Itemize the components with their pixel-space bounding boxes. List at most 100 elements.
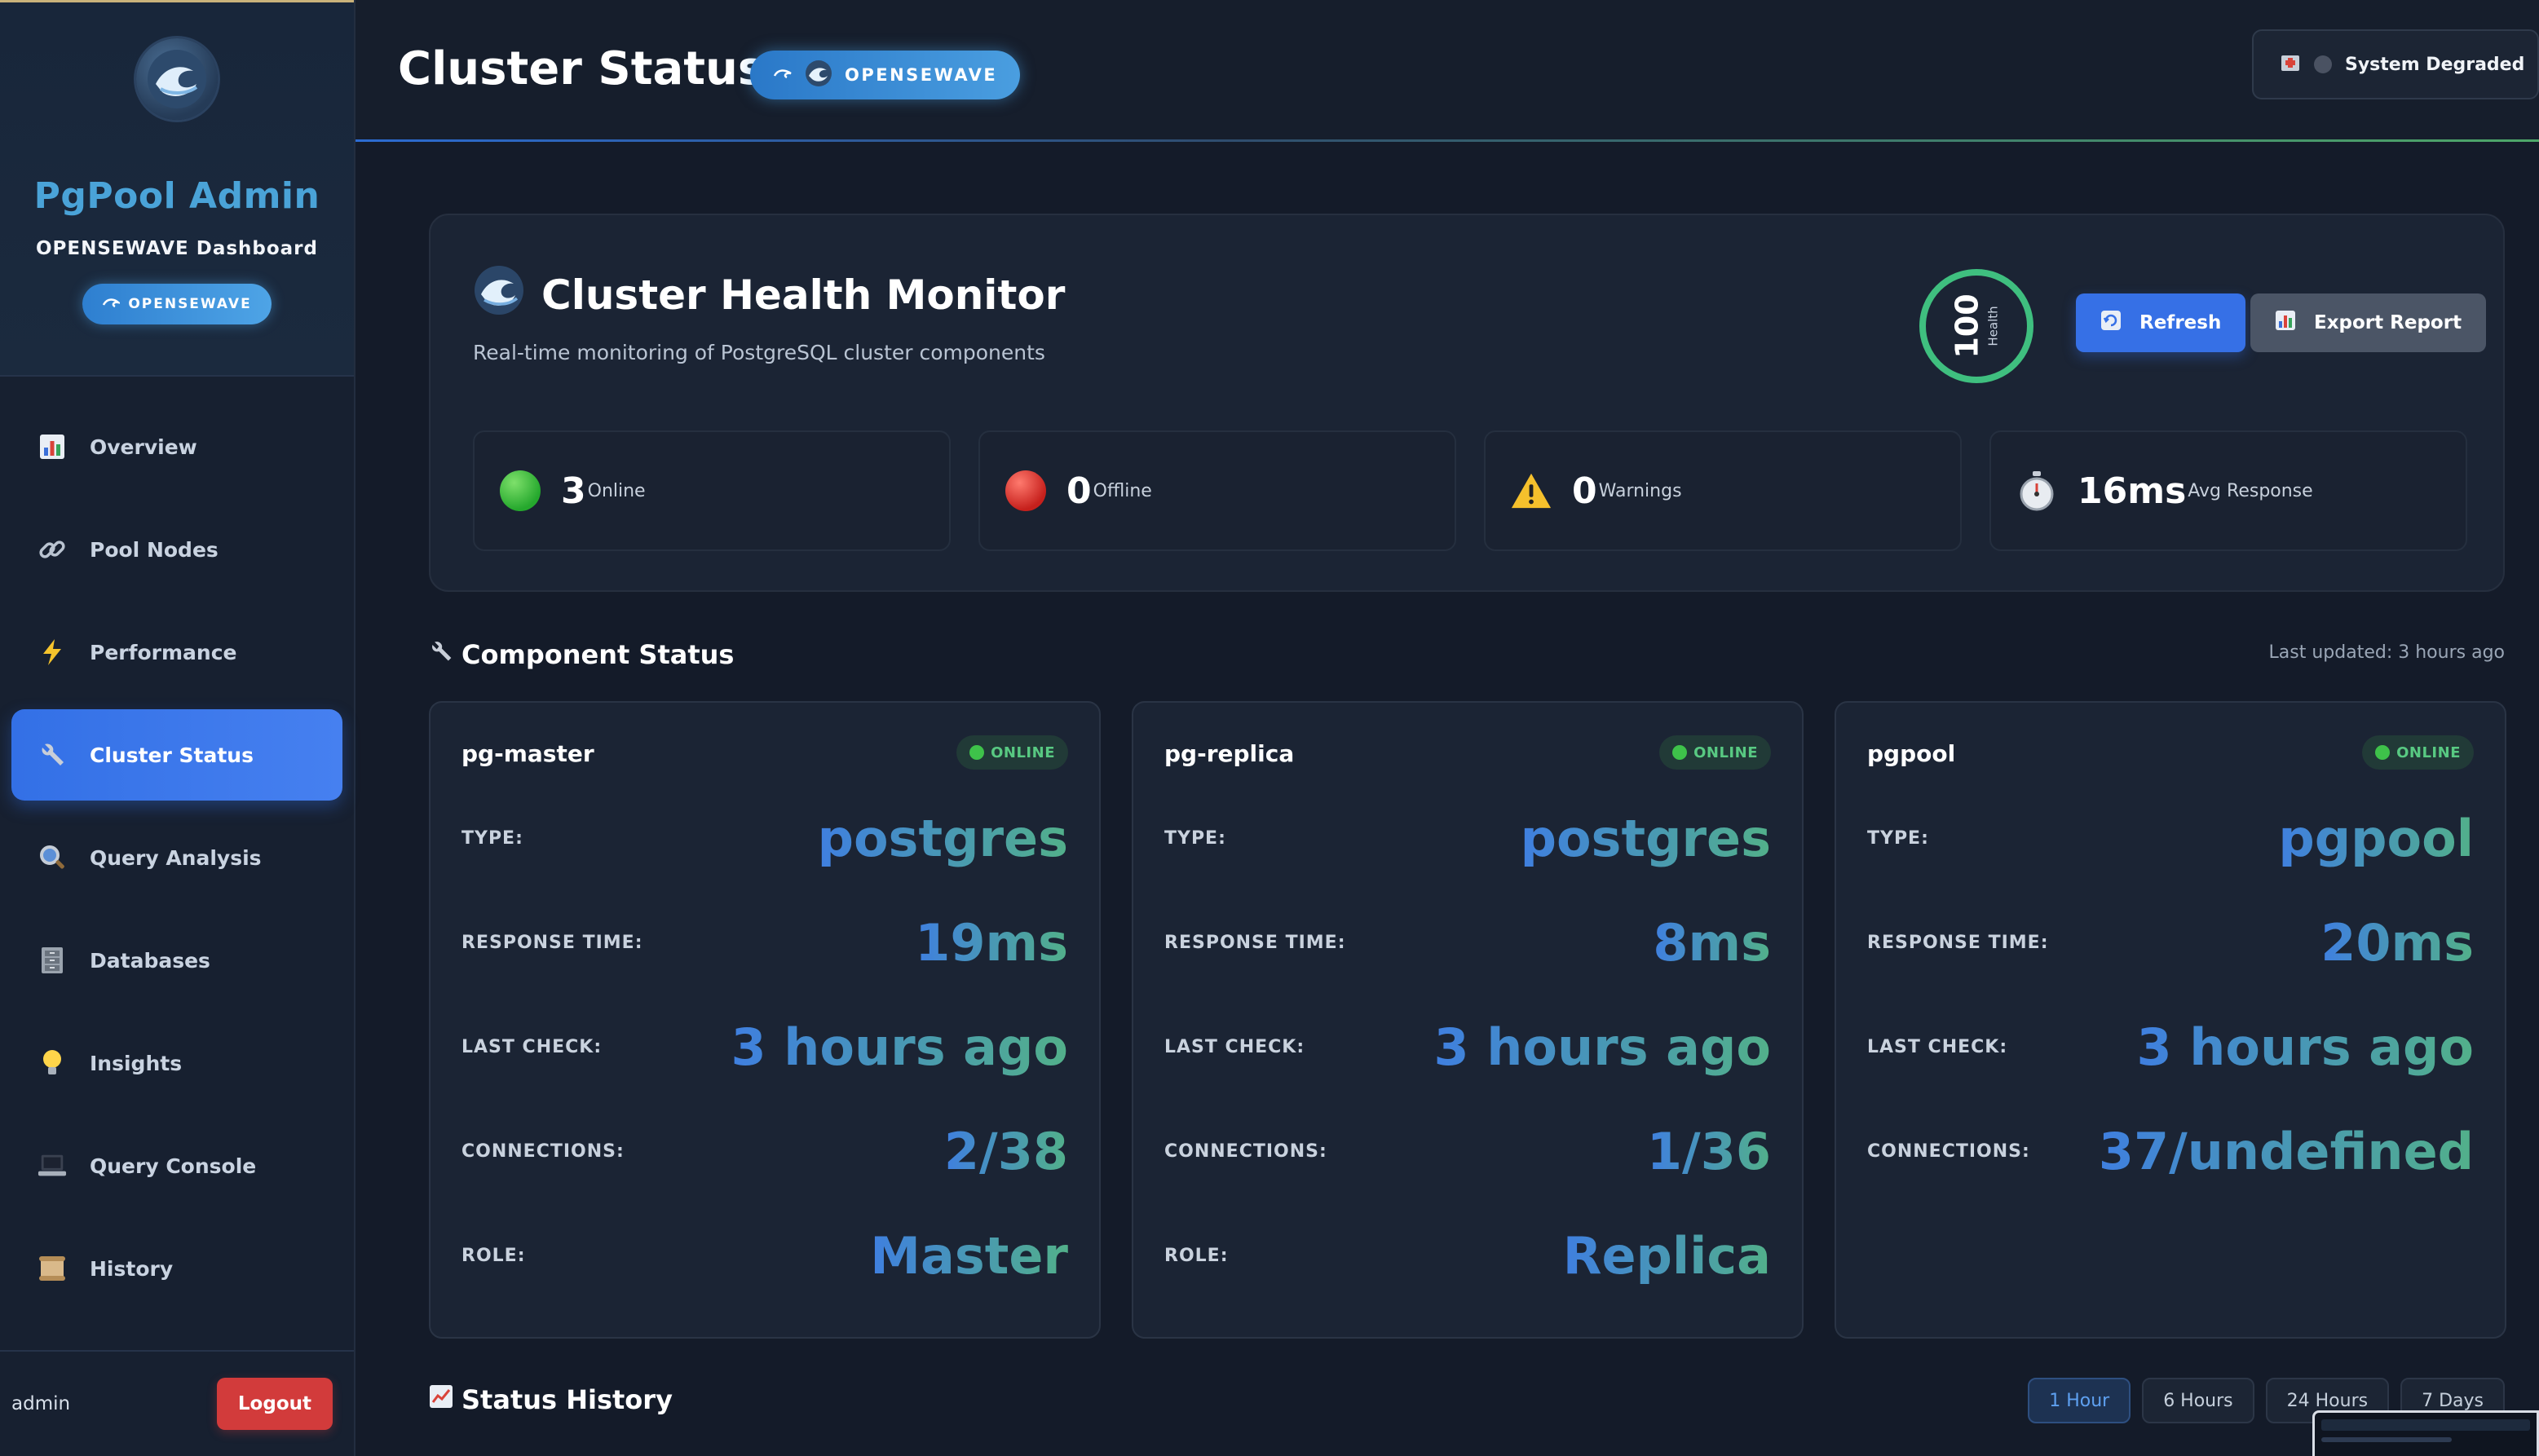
status-history-heading: Status History [429, 1384, 673, 1415]
response-time-value: 19ms [915, 912, 1068, 973]
wave-icon [773, 65, 793, 85]
top-bar: Cluster Status OPENSEWAVE System Degrade… [355, 0, 2539, 142]
last-check-label: LAST CHECK: [1867, 1036, 2008, 1057]
stat-label: Avg Response [2188, 480, 2313, 501]
status-badge: ONLINE [2362, 735, 2474, 770]
red-dot-icon [1005, 470, 1047, 512]
status-badge: ONLINE [956, 735, 1068, 770]
stat-value: 3 [561, 470, 586, 512]
system-status-label: System Degraded [2345, 54, 2525, 75]
preview-thumbnail[interactable] [2312, 1410, 2539, 1456]
component-card-pgpool: pgpool ONLINE TYPE: pgpool RESPONSE TIME… [1835, 701, 2506, 1339]
sidebar-item-pool-nodes[interactable]: Pool Nodes [11, 504, 342, 595]
last-check-label: LAST CHECK: [461, 1036, 603, 1057]
refresh-button[interactable]: Refresh [2076, 293, 2246, 352]
role-row: ROLE: Master [461, 1223, 1068, 1288]
stat-offline: 0 Offline [978, 430, 1456, 551]
stat-label: Warnings [1598, 480, 1682, 501]
sidebar-nav: Overview Pool Nodes Performance Cluster … [0, 401, 354, 1314]
sidebar-item-history[interactable]: History [11, 1223, 342, 1314]
app-subtitle: OPENSEWAVE Dashboard [35, 238, 318, 259]
main-content: Cluster Health Monitor Real-time monitor… [429, 214, 2506, 1423]
sidebar-footer: admin Logout [0, 1350, 354, 1456]
status-badge-label: ONLINE [2396, 743, 2461, 761]
sidebar-item-insights[interactable]: Insights [11, 1017, 342, 1109]
role-value: Replica [1562, 1225, 1771, 1286]
sidebar-item-overview[interactable]: Overview [11, 401, 342, 492]
sidebar: PgPool Admin OPENSEWAVE Dashboard OPENSE… [0, 0, 355, 1456]
range-1-hour-button[interactable]: 1 Hour [2028, 1378, 2131, 1423]
last-check-value: 3 hours ago [1433, 1017, 1771, 1077]
connections-label: CONNECTIONS: [1164, 1141, 1327, 1162]
stat-warnings: 0 Warnings [1484, 430, 1962, 551]
wave-icon [102, 295, 122, 314]
response-time-value: 8ms [1653, 912, 1771, 973]
role-row: ROLE: Replica [1164, 1223, 1771, 1288]
link-icon [38, 535, 67, 564]
bar-chart-icon [38, 432, 67, 461]
stopwatch-icon [2016, 470, 2058, 512]
component-card-pg-replica: pg-replica ONLINE TYPE: postgres RESPONS… [1132, 701, 1804, 1339]
sidebar-item-label: History [90, 1256, 174, 1281]
sidebar-item-performance[interactable]: Performance [11, 607, 342, 698]
lightning-icon [38, 638, 67, 667]
stat-label: Online [587, 480, 646, 501]
scroll-icon [38, 1254, 67, 1283]
range-6-hours-button[interactable]: 6 Hours [2142, 1378, 2254, 1423]
sidebar-item-databases[interactable]: Databases [11, 915, 342, 1006]
health-gauge: 100 Health [1919, 269, 2033, 383]
sidebar-item-label: Databases [90, 948, 210, 973]
stat-avg-response: 16ms Avg Response [1989, 430, 2467, 551]
system-status-indicator[interactable]: System Degraded [2252, 29, 2539, 99]
magnifier-icon [38, 843, 67, 872]
app-title: PgPool Admin [33, 175, 320, 217]
type-label: TYPE: [1867, 827, 1929, 849]
sidebar-item-query-console[interactable]: Query Console [11, 1120, 342, 1211]
response-time-value: 20ms [2320, 912, 2474, 973]
stat-label: Offline [1093, 480, 1152, 501]
role-label: ROLE: [1164, 1245, 1229, 1266]
last-check-row: LAST CHECK: 3 hours ago [461, 1014, 1068, 1079]
wave-logo-icon [473, 264, 525, 326]
sidebar-item-query-analysis[interactable]: Query Analysis [11, 812, 342, 903]
type-value: pgpool [2278, 808, 2474, 868]
refresh-icon [2100, 310, 2122, 336]
sidebar-item-label: Query Analysis [90, 845, 262, 870]
connections-label: CONNECTIONS: [461, 1141, 625, 1162]
export-report-label: Export Report [2314, 312, 2462, 333]
component-cards: pg-master ONLINE TYPE: postgres RESPONSE… [429, 701, 2506, 1339]
wave-logo-icon [804, 59, 833, 92]
connections-label: CONNECTIONS: [1867, 1141, 2030, 1162]
warning-icon [1510, 470, 1552, 512]
sidebar-item-label: Cluster Status [90, 743, 254, 767]
health-stats: 3 Online 0 Offline 0 Warnings 16ms Avg R… [473, 430, 2467, 551]
online-dot-icon [969, 745, 985, 760]
wrench-icon [38, 740, 67, 770]
sidebar-item-label: Performance [90, 640, 237, 664]
status-dot [2314, 55, 2332, 73]
hospital-icon [2280, 51, 2301, 77]
sidebar-item-label: Overview [90, 435, 197, 459]
status-badge: ONLINE [1659, 735, 1771, 770]
sidebar-item-cluster-status[interactable]: Cluster Status [11, 709, 342, 801]
type-label: TYPE: [461, 827, 523, 849]
connections-row: CONNECTIONS: 2/38 [461, 1118, 1068, 1184]
cluster-health-card: Cluster Health Monitor Real-time monitor… [429, 214, 2505, 592]
sidebar-item-label: Insights [90, 1051, 183, 1075]
wave-logo-icon [136, 38, 218, 120]
stat-value: 0 [1066, 470, 1092, 512]
status-badge-label: ONLINE [1693, 743, 1758, 761]
sidebar-brand: PgPool Admin OPENSEWAVE Dashboard OPENSE… [0, 0, 354, 377]
refresh-label: Refresh [2139, 312, 2222, 333]
response-time-row: RESPONSE TIME: 20ms [1867, 910, 2474, 975]
connections-value: 1/36 [1646, 1121, 1771, 1181]
logout-button[interactable]: Logout [216, 1378, 333, 1430]
sidebar-item-label: Query Console [90, 1154, 257, 1178]
connections-value: 2/38 [943, 1121, 1068, 1181]
export-report-button[interactable]: Export Report [2250, 293, 2487, 352]
cabinet-icon [38, 946, 67, 975]
last-check-value: 3 hours ago [731, 1017, 1068, 1077]
bar-chart-icon [2275, 310, 2296, 336]
sidebar-item-label: Pool Nodes [90, 537, 219, 562]
online-dot-icon [2375, 745, 2391, 760]
